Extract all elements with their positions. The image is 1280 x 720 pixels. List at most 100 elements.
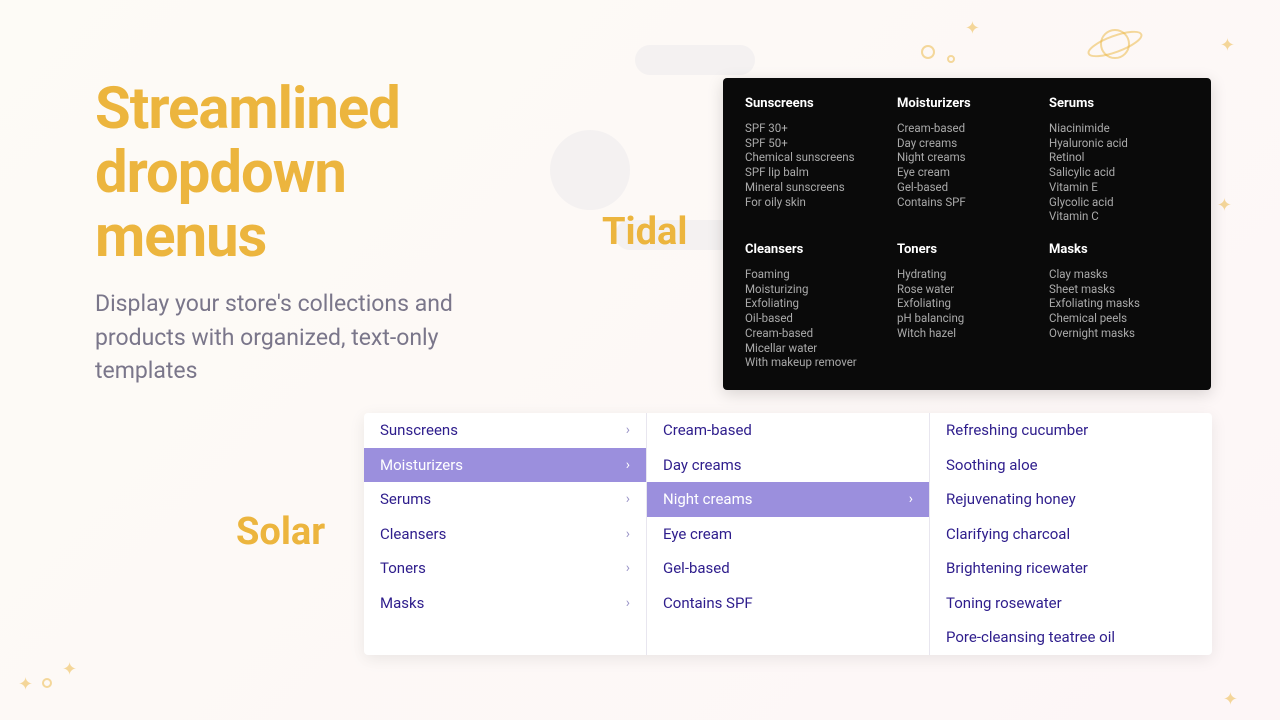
tidal-item[interactable]: Chemical peels — [1049, 311, 1189, 326]
tidal-item[interactable]: Cream-based — [897, 121, 1037, 136]
tidal-item[interactable]: Rose water — [897, 282, 1037, 297]
chevron-right-icon: › — [626, 526, 630, 542]
solar-item-label: Cleansers — [380, 525, 446, 543]
tidal-column-heading[interactable]: Sunscreens — [745, 96, 885, 111]
tidal-list: Cream-basedDay creamsNight creamsEye cre… — [897, 121, 1037, 209]
planet-icon — [1085, 22, 1145, 66]
solar-item-level1[interactable]: Masks› — [364, 586, 646, 621]
tidal-item[interactable]: Eye cream — [897, 165, 1037, 180]
tidal-item[interactable]: Chemical sunscreens — [745, 150, 885, 165]
circle-icon — [42, 678, 52, 688]
tidal-item[interactable]: Night creams — [897, 150, 1037, 165]
tidal-item[interactable]: Overnight masks — [1049, 326, 1189, 341]
solar-item-level3[interactable]: Clarifying charcoal — [930, 517, 1212, 552]
solar-item-level1[interactable]: Toners › — [364, 551, 646, 586]
solar-item-label: Brightening ricewater — [946, 559, 1088, 577]
solar-item-level3[interactable]: Pore-cleansing teatree oil — [930, 620, 1212, 655]
tidal-item[interactable]: Vitamin E — [1049, 180, 1189, 195]
tidal-item[interactable]: Hydrating — [897, 267, 1037, 282]
tidal-item[interactable]: Sheet masks — [1049, 282, 1189, 297]
circle-icon — [921, 45, 935, 59]
tidal-item[interactable]: Contains SPF — [897, 195, 1037, 210]
solar-label: Solar — [236, 510, 325, 554]
tidal-item[interactable]: Cream-based — [745, 326, 885, 341]
bg-pill — [635, 45, 755, 75]
solar-item-label: Clarifying charcoal — [946, 525, 1070, 543]
star-icon: ✦ — [1223, 689, 1238, 710]
solar-item-level2[interactable]: Contains SPF — [647, 586, 929, 621]
tidal-item[interactable]: Retinol — [1049, 150, 1189, 165]
tidal-label: Tidal — [602, 210, 687, 254]
bg-circle — [550, 130, 630, 210]
page-subtitle: Display your store's collections and pro… — [95, 287, 515, 387]
tidal-item[interactable]: With makeup remover — [745, 355, 885, 370]
tidal-dropdown-panel: Sunscreens SPF 30+SPF 50+Chemical sunscre… — [723, 78, 1211, 390]
tidal-item[interactable]: Exfoliating — [897, 296, 1037, 311]
star-icon: ✦ — [1220, 35, 1235, 56]
tidal-item[interactable]: Gel-based — [897, 180, 1037, 195]
tidal-item[interactable]: Salicylic acid — [1049, 165, 1189, 180]
star-icon: ✦ — [62, 659, 77, 680]
tidal-item[interactable]: SPF lip balm — [745, 165, 885, 180]
solar-item-label: Moisturizers — [380, 456, 463, 474]
solar-item-level3[interactable]: Toning rosewater — [930, 586, 1212, 621]
tidal-item[interactable]: Day creams — [897, 136, 1037, 151]
solar-item-level1[interactable]: Moisturizers› — [364, 448, 646, 483]
solar-item-label: Soothing aloe — [946, 456, 1038, 474]
tidal-column-heading[interactable]: Cleansers — [745, 242, 885, 257]
solar-item-label: Cream-based — [663, 421, 752, 439]
tidal-list: HydratingRose waterExfoliatingpH balanci… — [897, 267, 1037, 341]
tidal-column-heading[interactable]: Moisturizers — [897, 96, 1037, 111]
solar-item-label: Gel-based — [663, 559, 730, 577]
solar-item-level2[interactable]: Eye cream — [647, 517, 929, 552]
solar-item-level3[interactable]: Refreshing cucumber — [930, 413, 1212, 448]
solar-item-level2[interactable]: Cream-based — [647, 413, 929, 448]
circle-icon — [947, 55, 955, 63]
tidal-item[interactable]: Foaming — [745, 267, 885, 282]
solar-item-label: Sunscreens — [380, 421, 458, 439]
tidal-item[interactable]: For oily skin — [745, 195, 885, 210]
tidal-item[interactable]: Moisturizing — [745, 282, 885, 297]
tidal-item[interactable]: SPF 30+ — [745, 121, 885, 136]
tidal-list: NiacinimideHyaluronic acidRetinolSalicyl… — [1049, 121, 1189, 224]
tidal-item[interactable]: Exfoliating masks — [1049, 296, 1189, 311]
solar-item-level1[interactable]: Cleansers › — [364, 517, 646, 552]
solar-column-3: Refreshing cucumber Soothing aloe Rejuvena… — [930, 413, 1212, 655]
solar-column-1: Sunscreens›Moisturizers›Serums›Cleansers… — [364, 413, 647, 655]
star-icon: ✦ — [965, 18, 980, 39]
tidal-item[interactable]: Niacinimide — [1049, 121, 1189, 136]
tidal-item[interactable]: Hyaluronic acid — [1049, 136, 1189, 151]
tidal-column: Moisturizers Cream-basedDay creamsNight c… — [897, 96, 1037, 224]
tidal-column-heading[interactable]: Serums — [1049, 96, 1189, 111]
tidal-item[interactable]: Clay masks — [1049, 267, 1189, 282]
tidal-column: Sunscreens SPF 30+SPF 50+Chemical sunscre… — [745, 96, 885, 224]
solar-item-level1[interactable]: Serums› — [364, 482, 646, 517]
solar-item-level3[interactable]: Brightening ricewater — [930, 551, 1212, 586]
tidal-item[interactable]: Oil-based — [745, 311, 885, 326]
tidal-item[interactable]: Exfoliating — [745, 296, 885, 311]
solar-item-label: Night creams — [663, 490, 752, 508]
solar-item-level1[interactable]: Sunscreens › — [364, 413, 646, 448]
tidal-item[interactable]: pH balancing — [897, 311, 1037, 326]
tidal-item[interactable]: SPF 50+ — [745, 136, 885, 151]
tidal-column-heading[interactable]: Masks — [1049, 242, 1189, 257]
tidal-column-heading[interactable]: Toners — [897, 242, 1037, 257]
chevron-right-icon: › — [626, 560, 630, 576]
tidal-item[interactable]: Witch hazel — [897, 326, 1037, 341]
solar-item-level2[interactable]: Gel-based — [647, 551, 929, 586]
solar-item-label: Contains SPF — [663, 594, 753, 612]
solar-item-level2[interactable]: Day creams — [647, 448, 929, 483]
solar-item-level3[interactable]: Soothing aloe — [930, 448, 1212, 483]
tidal-list: Clay masksSheet masksExfoliating masksCh… — [1049, 267, 1189, 341]
solar-item-level2[interactable]: Night creams› — [647, 482, 929, 517]
tidal-item[interactable]: Glycolic acid — [1049, 195, 1189, 210]
tidal-column: Masks Clay masksSheet masksExfoliating ma… — [1049, 242, 1189, 370]
tidal-item[interactable]: Vitamin C — [1049, 209, 1189, 224]
tidal-column: Cleansers FoamingMoisturizingExfoliatingO… — [745, 242, 885, 370]
solar-item-level3[interactable]: Rejuvenating honey — [930, 482, 1212, 517]
solar-item-label: Toners — [380, 559, 426, 577]
chevron-right-icon: › — [626, 422, 630, 438]
tidal-item[interactable]: Micellar water — [745, 341, 885, 356]
star-icon: ✦ — [1217, 195, 1232, 216]
tidal-item[interactable]: Mineral sunscreens — [745, 180, 885, 195]
